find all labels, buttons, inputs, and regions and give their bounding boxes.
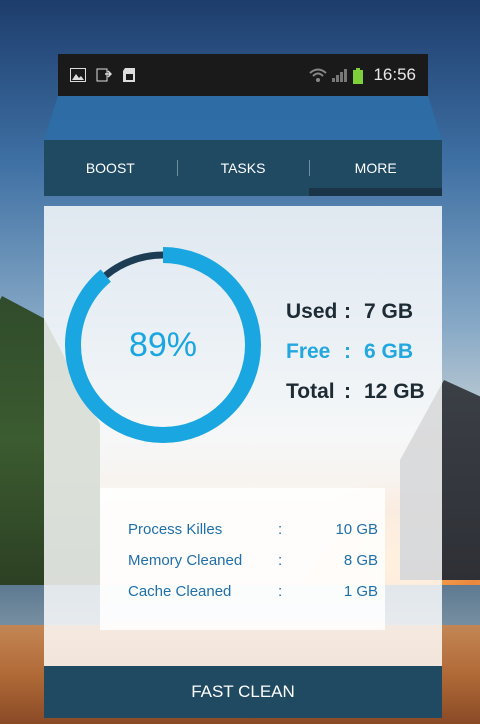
stat-used-sep: :	[344, 300, 351, 323]
header-roof	[44, 96, 442, 140]
status-bar: 16:56	[58, 54, 428, 96]
download-icon	[96, 68, 113, 82]
image-icon	[70, 68, 86, 82]
stat-used: Used : 7 GB	[286, 292, 436, 332]
clock: 16:56	[373, 65, 416, 84]
detail-memory-sep: :	[278, 552, 283, 569]
sd-card-icon	[122, 68, 138, 82]
battery-icon	[353, 68, 364, 84]
wifi-icon	[309, 68, 328, 82]
tab-more[interactable]: MORE	[309, 140, 442, 196]
cleanup-details: Process Killes : 10 GB Memory Cleaned : …	[100, 488, 385, 630]
stat-free: Free : 6 GB	[286, 332, 436, 372]
detail-cache-value: 1 GB	[343, 583, 378, 600]
stat-total-value: 12 GB	[364, 380, 425, 403]
detail-memory-value: 8 GB	[343, 552, 378, 569]
detail-cache-sep: :	[278, 583, 283, 600]
stat-total-label: Total	[286, 380, 335, 403]
memory-stats: Used : 7 GB Free : 6 GB Total : 12 GB	[286, 292, 436, 412]
detail-process-sep: :	[278, 521, 283, 538]
tab-tasks[interactable]: TASKS	[176, 140, 310, 196]
memory-panel: 89% Used : 7 GB Free : 6 GB Total : 12 G…	[44, 206, 442, 666]
stat-free-label: Free	[286, 340, 331, 363]
fast-clean-button[interactable]: FAST CLEAN	[44, 666, 442, 718]
detail-memory-label: Memory Cleaned	[128, 552, 243, 569]
gauge-percent: 89%	[128, 325, 198, 364]
detail-process-value: 10 GB	[335, 521, 378, 538]
stat-free-value: 6 GB	[364, 340, 414, 363]
stat-free-sep: :	[344, 340, 351, 363]
tab-boost[interactable]: BOOST	[44, 140, 177, 196]
stat-total: Total : 12 GB	[286, 372, 436, 412]
stat-used-label: Used	[286, 300, 338, 323]
detail-cache-label: Cache Cleaned	[128, 583, 232, 600]
detail-row: Process Killes : 10 GB	[128, 514, 385, 545]
signal-icon	[331, 68, 348, 82]
detail-row: Memory Cleaned : 8 GB	[128, 545, 385, 576]
detail-process-label: Process Killes	[128, 521, 223, 538]
stat-total-sep: :	[344, 380, 351, 403]
stat-used-value: 7 GB	[364, 300, 414, 323]
tab-bar: BOOST TASKS MORE	[44, 140, 442, 196]
detail-row: Cache Cleaned : 1 GB	[128, 576, 385, 607]
